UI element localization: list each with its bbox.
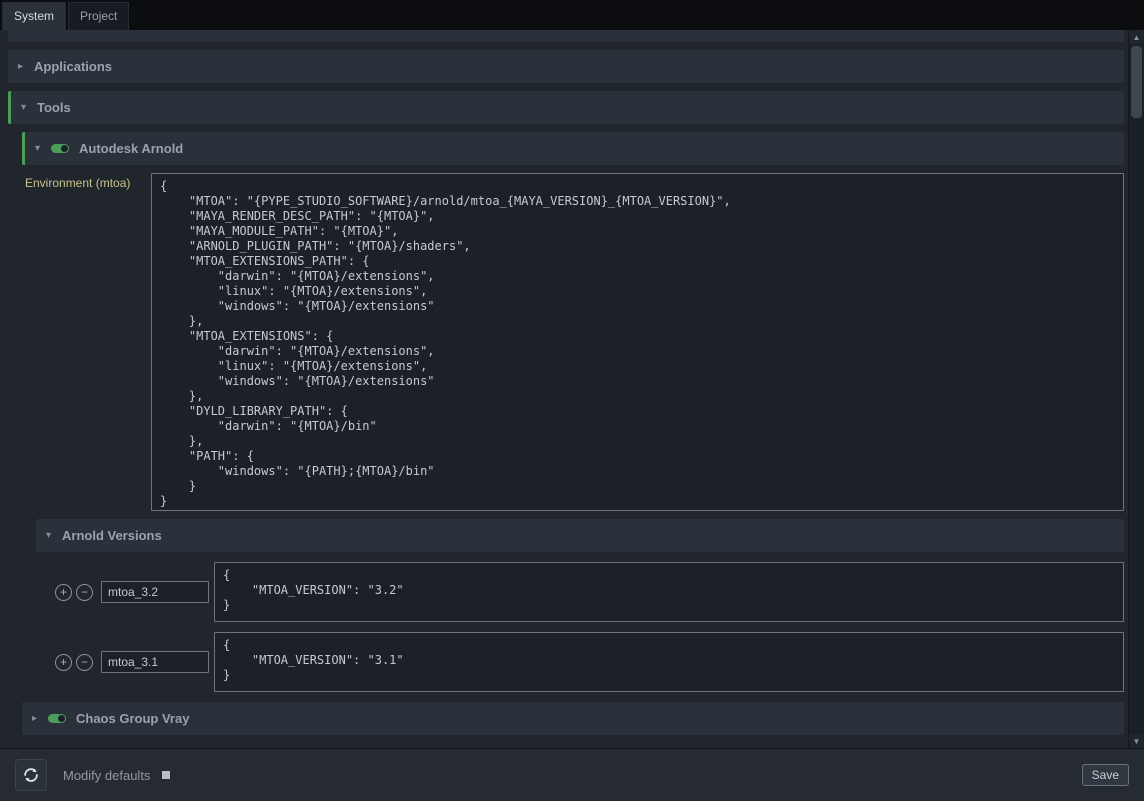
settings-content: ▸ Modules ▸ Applications ▾ Tools ▾ Autod…: [0, 30, 1144, 748]
tab-project[interactable]: Project: [68, 2, 129, 30]
section-header-tools[interactable]: ▾ Tools: [8, 91, 1124, 124]
modify-defaults-label: Modify defaults: [63, 768, 150, 783]
refresh-button[interactable]: [15, 759, 47, 791]
environment-label: Environment (mtoa): [25, 173, 147, 190]
down-arrow-icon: ▼: [1133, 737, 1141, 746]
section-header-arnold-versions[interactable]: ▾ Arnold Versions: [36, 519, 1124, 552]
section-header-applications[interactable]: ▸ Applications: [8, 50, 1124, 83]
version-key-input[interactable]: [101, 651, 209, 673]
add-version-button[interactable]: +: [55, 584, 72, 601]
section-header-autodesk-arnold[interactable]: ▾ Autodesk Arnold: [22, 132, 1124, 165]
chevron-down-icon: ▾: [35, 143, 49, 154]
section-modules-label: Modules: [34, 30, 87, 33]
modify-defaults-checkbox[interactable]: [162, 771, 170, 779]
tab-bar: System Project: [0, 0, 1144, 30]
section-arnold-versions-label: Arnold Versions: [62, 528, 162, 543]
chevron-right-icon: ▸: [18, 61, 32, 72]
scrollbar-thumb[interactable]: [1131, 46, 1142, 118]
chevron-down-icon: ▾: [21, 102, 35, 113]
version-json-textarea[interactable]: { "MTOA_VERSION": "3.2" }: [214, 562, 1124, 622]
version-json-textarea[interactable]: { "MTOA_VERSION": "3.1" }: [214, 632, 1124, 692]
section-header-modules[interactable]: ▸ Modules: [8, 30, 1124, 42]
up-arrow-icon: ▲: [1133, 33, 1141, 42]
vertical-scrollbar[interactable]: ▲ ▼: [1128, 30, 1144, 748]
chevron-down-icon: ▾: [46, 530, 60, 541]
section-chaos-group-vray-label: Chaos Group Vray: [76, 711, 189, 726]
footer-bar: Modify defaults Save: [0, 748, 1144, 801]
chevron-right-icon: ▸: [32, 713, 46, 724]
version-key-input[interactable]: [101, 581, 209, 603]
chevron-right-icon: ▸: [18, 30, 32, 31]
tab-system[interactable]: System: [2, 2, 66, 30]
settings-scroll-area: ▸ Modules ▸ Applications ▾ Tools ▾ Autod…: [0, 30, 1128, 748]
refresh-icon: [22, 766, 40, 784]
save-button[interactable]: Save: [1082, 764, 1129, 786]
remove-version-button[interactable]: −: [76, 584, 93, 601]
section-autodesk-arnold-label: Autodesk Arnold: [79, 141, 183, 156]
arnold-enabled-toggle-icon[interactable]: [51, 144, 69, 153]
version-row: + − { "MTOA_VERSION": "3.2" }: [55, 562, 1124, 622]
add-version-button[interactable]: +: [55, 654, 72, 671]
version-row: + − { "MTOA_VERSION": "3.1" }: [55, 632, 1124, 692]
scroll-down-button[interactable]: ▼: [1129, 734, 1144, 748]
vray-enabled-toggle-icon[interactable]: [48, 714, 66, 723]
environment-field-row: Environment (mtoa) { "MTOA": "{PYPE_STUD…: [8, 173, 1124, 511]
section-header-chaos-group-vray[interactable]: ▸ Chaos Group Vray: [22, 702, 1124, 735]
section-tools-label: Tools: [37, 100, 71, 115]
remove-version-button[interactable]: −: [76, 654, 93, 671]
environment-json-textarea[interactable]: { "MTOA": "{PYPE_STUDIO_SOFTWARE}/arnold…: [151, 173, 1124, 511]
scroll-up-button[interactable]: ▲: [1129, 30, 1144, 44]
settings-window: System Project ▸ Modules ▸ Applications …: [0, 0, 1144, 801]
section-applications-label: Applications: [34, 59, 112, 74]
